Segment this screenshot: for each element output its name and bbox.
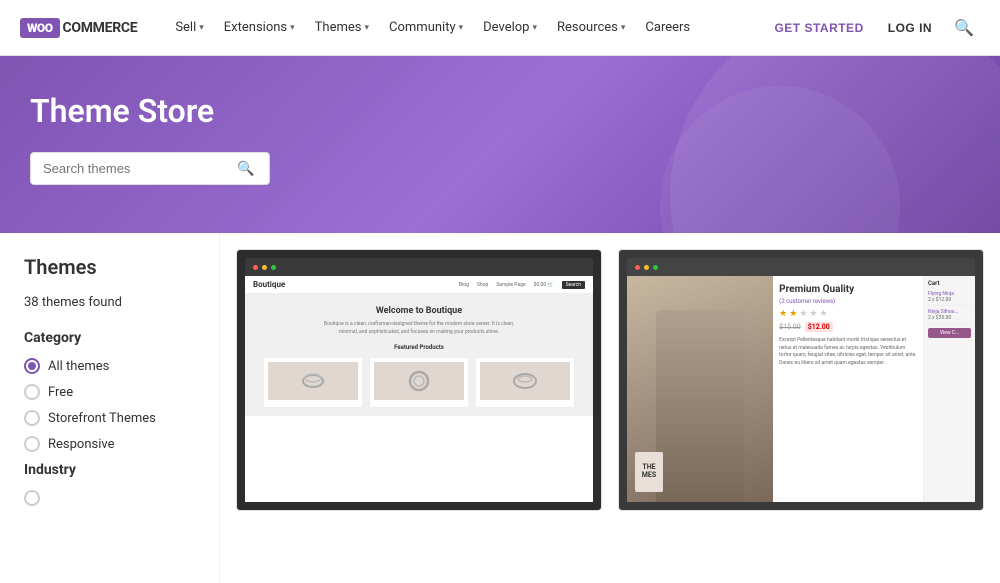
login-button[interactable]: LOG IN [880,15,940,41]
browser-bar-2 [627,258,975,276]
cart-panel: Cart Flying Ninja 2 x $12.00 Ninja Silho… [923,276,975,502]
radio-all-icon [24,358,40,374]
industry-section: Industry [24,462,199,506]
star-4: ★ [809,309,817,319]
premium-title: Premium Quality [779,284,917,295]
main-nav: WOO COMMERCE Sell▾ Extensions▾ Themes▾ C… [0,0,1000,56]
theme-preview-premium: THEMES Premium Quality (2 customer revie… [619,250,983,510]
category-responsive[interactable]: Responsive [24,436,199,452]
category-label: Category [24,330,199,346]
old-price: $15.00 [779,323,801,331]
radio-storefront-icon [24,410,40,426]
nav-careers[interactable]: Careers [635,14,700,41]
browser-bar [245,258,593,276]
premium-browser-content: THEMES Premium Quality (2 customer revie… [627,276,975,502]
category-all-themes[interactable]: All themes [24,358,199,374]
search-input[interactable] [43,161,233,176]
nav-actions: GET STARTED LOG IN 🔍 [766,12,980,43]
star-1: ★ [779,309,787,319]
browser-dot-green [271,265,276,270]
logo[interactable]: WOO COMMERCE [20,18,137,38]
logo-text: COMMERCE [63,20,138,36]
reviews-link[interactable]: (2 customer reviews) [779,298,835,305]
theme-card-premium[interactable]: THEMES Premium Quality (2 customer revie… [618,249,984,511]
nav-sell[interactable]: Sell▾ [165,14,213,41]
content-area: Themes 38 themes found Category All them… [0,233,1000,583]
themes-grid: Boutique Blog Shop Sample Page $0.00 🛒 S… [236,249,984,511]
theme-card-boutique[interactable]: Boutique Blog Shop Sample Page $0.00 🛒 S… [236,249,602,511]
theme-preview-boutique: Boutique Blog Shop Sample Page $0.00 🛒 S… [237,250,601,510]
price-row: $15.00 $12.00 [779,322,917,332]
ring-icon-2 [404,366,434,396]
star-3: ★ [799,309,807,319]
nav-extensions[interactable]: Extensions▾ [214,14,305,41]
premium-text-area: Premium Quality (2 customer reviews) ★ ★… [773,276,923,502]
reviews-row: (2 customer reviews) [779,298,917,305]
themes-count: 38 themes found [24,295,199,310]
chevron-down-icon: ▾ [621,23,626,33]
chevron-down-icon: ▾ [532,23,537,33]
radio-free-icon [24,384,40,400]
browser-dot-yellow [262,265,267,270]
get-started-button[interactable]: GET STARTED [766,15,871,41]
view-cart-button[interactable]: View C... [928,328,971,338]
nav-community[interactable]: Community▾ [379,14,473,41]
premium-image-area: THEMES [627,276,773,502]
category-storefront[interactable]: Storefront Themes [24,410,199,426]
cart-item-1: Flying Ninja 2 x $12.00 [928,291,971,306]
chevron-down-icon: ▾ [290,23,295,33]
search-box: 🔍 [30,152,270,185]
hero-banner: Theme Store 🔍 [0,56,1000,233]
radio-industry-1-icon [24,490,40,506]
hero-title: Theme Store [30,92,970,130]
cart-title: Cart [928,280,971,287]
cart-item-2: Ninja Silhou... 2 x $35.00 [928,309,971,324]
industry-radio-1[interactable] [24,490,199,506]
search-submit-button[interactable]: 🔍 [237,160,254,177]
browser-dot-yellow-2 [644,265,649,270]
nav-themes[interactable]: Themes▾ [305,14,379,41]
chevron-down-icon: ▾ [364,23,369,33]
sidebar: Themes 38 themes found Category All them… [0,233,220,583]
chevron-down-icon: ▾ [459,23,464,33]
new-price: $12.00 [805,322,833,332]
category-free[interactable]: Free [24,384,199,400]
nav-links: Sell▾ Extensions▾ Themes▾ Community▾ Dev… [165,14,766,41]
browser-dot-red [253,265,258,270]
themes-main: Boutique Blog Shop Sample Page $0.00 🛒 S… [220,233,1000,583]
star-2: ★ [789,309,797,319]
logo-box: WOO [20,18,60,38]
ring-icon-1 [298,366,328,396]
search-icon[interactable]: 🔍 [948,12,980,43]
themes-heading: Themes [24,249,199,279]
browser-dot-red-2 [635,265,640,270]
nav-resources[interactable]: Resources▾ [547,14,635,41]
description: Excerpt Pellentesque habitant morbi tris… [779,337,917,367]
chevron-down-icon: ▾ [199,23,204,33]
star-5: ★ [819,309,827,319]
industry-label: Industry [24,462,199,478]
ring-icon-3 [510,366,540,396]
category-section: Category All themes Free Storefront Them… [24,330,199,452]
boutique-browser-content: Boutique Blog Shop Sample Page $0.00 🛒 S… [245,276,593,502]
nav-develop[interactable]: Develop▾ [473,14,547,41]
browser-dot-green-2 [653,265,658,270]
radio-responsive-icon [24,436,40,452]
